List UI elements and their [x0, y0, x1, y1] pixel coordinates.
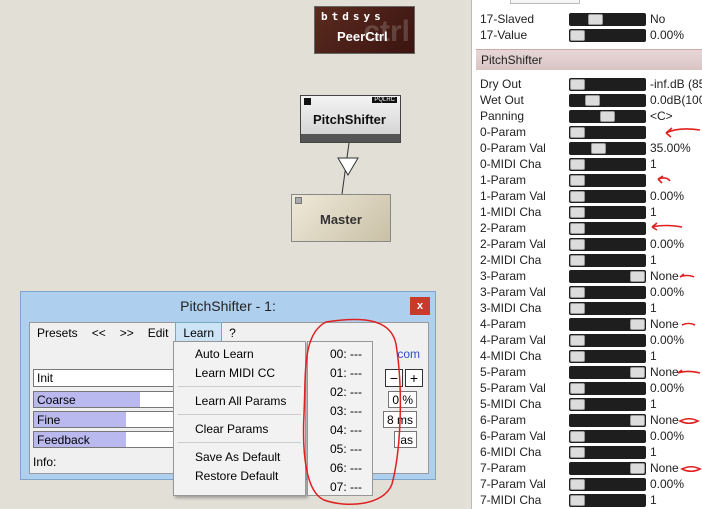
- annotation-circle: [302, 318, 402, 505]
- learn-menu: Auto Learn Learn MIDI CC Learn All Param…: [173, 341, 306, 496]
- pitchshifter-node[interactable]: PQLRC PitchShifter: [300, 95, 401, 143]
- menu-item-learn-midi-cc[interactable]: Learn MIDI CC: [195, 366, 275, 380]
- menu-edit[interactable]: Edit: [141, 323, 176, 343]
- param-slider[interactable]: Feedback: [33, 431, 175, 448]
- node-meter: [301, 134, 400, 142]
- param-label: Fine: [37, 413, 61, 427]
- menu-item-clear-params[interactable]: Clear Params: [195, 422, 268, 436]
- preset-name-field[interactable]: Init: [33, 369, 175, 387]
- param-slider[interactable]: Fine: [33, 411, 175, 428]
- menu-item-auto-learn[interactable]: Auto Learn: [195, 347, 254, 361]
- menu-presets[interactable]: Presets: [30, 323, 85, 343]
- menu-item-save-as-default[interactable]: Save As Default: [195, 450, 280, 464]
- node-tag: PQLRC: [372, 97, 397, 103]
- window-title: PitchShifter - 1:: [180, 298, 276, 314]
- master-node[interactable]: Master: [291, 194, 391, 242]
- annotation-arrows: [651, 127, 702, 473]
- menu-help[interactable]: ?: [222, 323, 243, 343]
- node-name: Master: [320, 212, 362, 227]
- menu-item-restore-default[interactable]: Restore Default: [195, 469, 278, 483]
- menu-next-preset[interactable]: >>: [113, 323, 141, 343]
- info-label: Info:: [33, 455, 57, 469]
- close-button[interactable]: x: [410, 297, 430, 315]
- scrollbar-stub[interactable]: [510, 0, 580, 4]
- menu-separator: [178, 442, 301, 443]
- menu-item-learn-all-params[interactable]: Learn All Params: [195, 394, 286, 408]
- node-brand: btdsys: [321, 10, 385, 23]
- param-slider[interactable]: Coarse: [33, 391, 175, 408]
- menu-separator: [178, 386, 301, 387]
- peerctrl-node[interactable]: ctrl btdsys PeerCtrl: [314, 6, 415, 54]
- param-label: Coarse: [37, 393, 76, 407]
- param-label: Feedback: [37, 433, 90, 447]
- node-name: PeerCtrl: [337, 29, 388, 44]
- node-led-icon: [304, 98, 311, 105]
- parameter-panel: 17-Slaved No 17-Value 0.00% PitchShifter…: [471, 0, 702, 509]
- menu-prev-preset[interactable]: <<: [85, 323, 113, 343]
- menu-separator: [178, 414, 301, 415]
- node-name: PitchShifter: [313, 112, 386, 127]
- node-led-icon: [295, 197, 302, 204]
